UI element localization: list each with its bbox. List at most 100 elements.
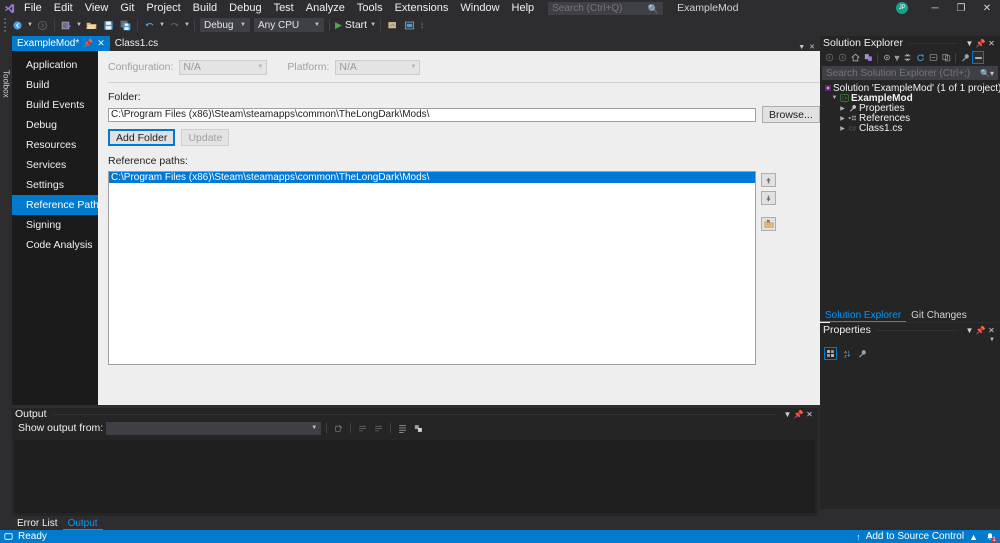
auto-hide-pin-icon[interactable]: 📌 [793, 408, 804, 420]
add-folder-button[interactable]: Add Folder [108, 129, 176, 146]
pending-changes-filter-icon[interactable] [972, 51, 984, 64]
tree-item-properties[interactable]: ▶ Properties [820, 103, 1000, 114]
panel-menu-icon[interactable]: ▼ [964, 37, 975, 49]
propnav-signing[interactable]: Signing [12, 215, 98, 235]
menu-tools[interactable]: Tools [351, 0, 389, 16]
reference-paths-listbox[interactable]: C:\Program Files (x86)\Steam\steamapps\c… [108, 171, 756, 365]
toolbar-grip[interactable] [2, 18, 9, 32]
quick-search-box[interactable]: 🔍 [548, 1, 664, 15]
show-all-files-icon[interactable] [927, 51, 939, 64]
toolbox-tab[interactable]: Toolbox [0, 36, 12, 131]
refresh-icon[interactable] [914, 51, 926, 64]
home-icon[interactable] [849, 51, 861, 64]
tree-item-references[interactable]: ▶ References [820, 113, 1000, 124]
expander-icon[interactable]: ▶ [838, 125, 847, 132]
expander-icon[interactable]: ▶ [838, 115, 847, 122]
propnav-services[interactable]: Services [12, 155, 98, 175]
quick-search-input[interactable] [552, 2, 653, 14]
move-up-button[interactable] [761, 173, 776, 187]
select-window-icon[interactable] [401, 17, 418, 33]
tree-item-solution[interactable]: Solution 'ExampleMod' (1 of 1 project) [820, 83, 1000, 94]
view-designer-icon[interactable] [940, 51, 952, 64]
save-icon[interactable] [100, 17, 117, 33]
menu-test[interactable]: Test [268, 0, 300, 16]
redo-dropdown-icon[interactable]: ▼ [183, 17, 191, 33]
alphabetical-icon[interactable]: AZ [840, 347, 853, 360]
toolbar-overflow-icon[interactable]: ⋮ [418, 17, 426, 33]
tab-solution-explorer[interactable]: Solution Explorer [820, 309, 907, 322]
start-debug-button[interactable]: ▶ Start [333, 17, 369, 33]
hot-reload-icon[interactable] [384, 17, 401, 33]
close-button[interactable]: ✕ [974, 0, 1000, 16]
toggle-word-wrap-icon[interactable] [396, 422, 409, 435]
collapse-all-icon[interactable] [901, 51, 913, 64]
save-all-icon[interactable] [117, 17, 134, 33]
tab-class1-cs[interactable]: Class1.cs [109, 36, 164, 51]
categorized-icon[interactable] [824, 346, 837, 360]
preview-selected-items-icon[interactable] [881, 51, 893, 64]
panel-menu-icon[interactable]: ▼ [782, 408, 793, 420]
clear-all-icon[interactable] [332, 422, 345, 435]
go-to-message-icon[interactable] [372, 422, 385, 435]
platform-combo[interactable]: Any CPU ▼ [254, 18, 324, 32]
propnav-reference-paths[interactable]: Reference Paths* [12, 195, 108, 215]
tree-item-project[interactable]: ▼ C# ExampleMod [820, 93, 1000, 104]
tab-git-changes[interactable]: Git Changes [906, 309, 972, 322]
add-to-source-control-button[interactable]: Add to Source Control [866, 531, 964, 542]
sync-with-active-document-icon[interactable] [862, 51, 874, 64]
drag-dots[interactable] [52, 413, 776, 415]
drag-dots[interactable] [908, 42, 958, 44]
move-down-button[interactable] [761, 191, 776, 205]
folder-input[interactable]: C:\Program Files (x86)\Steam\steamapps\c… [108, 107, 756, 122]
tab-list-dropdown-icon[interactable]: ▼ [798, 44, 805, 51]
propnav-debug[interactable]: Debug [12, 115, 98, 135]
open-file-icon[interactable] [83, 17, 100, 33]
close-icon[interactable]: ✕ [986, 37, 997, 49]
propnav-code-analysis[interactable]: Code Analysis [12, 235, 98, 255]
new-project-icon[interactable] [58, 17, 75, 33]
find-message-icon[interactable] [356, 422, 369, 435]
navigate-backward-dropdown-icon[interactable]: ▼ [26, 17, 34, 33]
list-item[interactable]: C:\Program Files (x86)\Steam\steamapps\c… [109, 172, 755, 183]
redo-icon[interactable] [166, 17, 183, 33]
menu-project[interactable]: Project [140, 0, 186, 16]
expander-open-icon[interactable]: ▼ [830, 95, 839, 101]
auto-hide-pin-icon[interactable]: 📌 [975, 37, 986, 49]
forward-icon[interactable] [836, 51, 848, 64]
toggle-autoscroll-icon[interactable] [412, 422, 425, 435]
menu-build[interactable]: Build [187, 0, 223, 16]
undo-icon[interactable] [141, 17, 158, 33]
close-icon[interactable]: ✕ [97, 38, 105, 49]
configuration-combo[interactable]: Debug ▼ [200, 18, 250, 32]
source-control-dropdown-icon[interactable]: ▲ [969, 532, 978, 542]
close-icon[interactable]: ✕ [804, 408, 815, 420]
menu-debug[interactable]: Debug [223, 0, 267, 16]
property-pages-icon[interactable] [856, 347, 869, 360]
tree-item-class1-cs[interactable]: ▶ C# Class1.cs [820, 123, 1000, 134]
notifications-button[interactable]: 1 [983, 531, 997, 543]
properties-object-selector[interactable]: ▼ [820, 337, 1000, 345]
panel-menu-icon[interactable]: ▼ [964, 324, 975, 336]
menu-git[interactable]: Git [114, 0, 140, 16]
propnav-settings[interactable]: Settings [12, 175, 98, 195]
new-project-dropdown-icon[interactable]: ▼ [75, 17, 83, 33]
start-dropdown-icon[interactable]: ▼ [369, 17, 377, 33]
close-icon[interactable]: ✕ [986, 324, 997, 336]
properties-icon[interactable] [959, 51, 971, 64]
browse-button[interactable]: Browse... [762, 106, 820, 123]
drag-dots[interactable] [876, 329, 958, 331]
tab-example-mod-properties[interactable]: ExampleMod* 📌 ✕ [12, 36, 110, 51]
menu-help[interactable]: Help [506, 0, 541, 16]
undo-dropdown-icon[interactable]: ▼ [158, 17, 166, 33]
remove-folder-button[interactable] [761, 217, 776, 231]
menu-view[interactable]: View [79, 0, 115, 16]
menu-window[interactable]: Window [454, 0, 505, 16]
navigate-forward-icon[interactable] [34, 17, 51, 33]
propnav-build[interactable]: Build [12, 75, 98, 95]
menu-analyze[interactable]: Analyze [300, 0, 351, 16]
tab-output[interactable]: Output [62, 517, 103, 530]
tab-close-icon[interactable]: ✕ [809, 43, 815, 51]
account-avatar[interactable]: JP [896, 2, 908, 14]
tab-error-list[interactable]: Error List [12, 517, 63, 530]
navigate-backward-icon[interactable] [9, 17, 26, 33]
